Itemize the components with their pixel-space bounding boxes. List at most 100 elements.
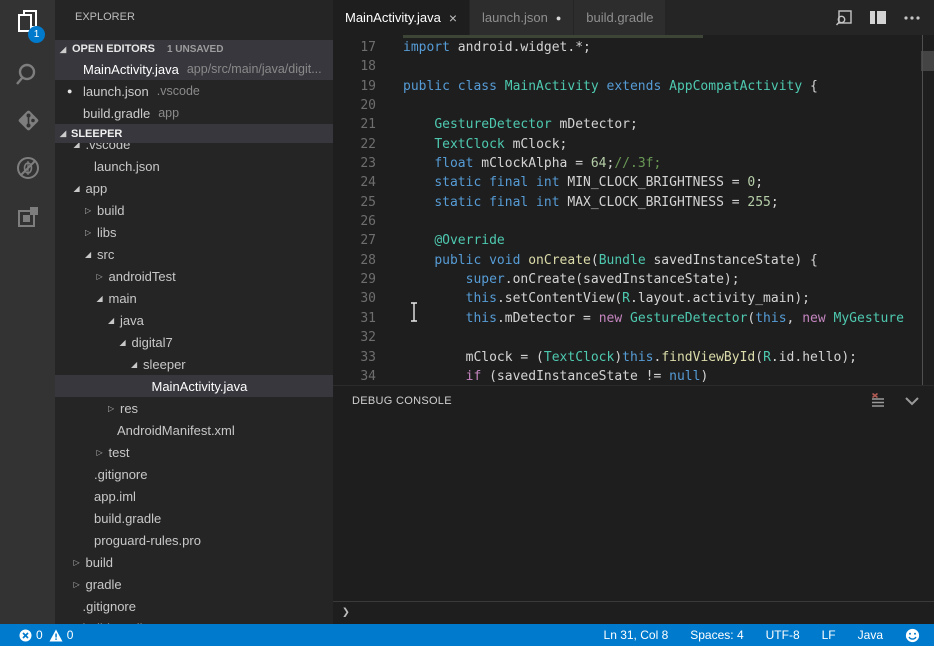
cursor-position[interactable]: Ln 31, Col 8 [604, 628, 669, 642]
tree-item-build[interactable]: ▷build [55, 199, 333, 221]
open-editor-item[interactable]: ●launch.json.vscode [55, 80, 333, 102]
tab-build-gradle[interactable]: build.gradle [574, 0, 666, 35]
tab-close-icon[interactable]: × [449, 10, 457, 26]
split-editor-icon[interactable] [868, 8, 888, 28]
code-line-34[interactable]: 34 if (savedInstanceState != null) [333, 367, 934, 386]
editor-vertical-scrollbar[interactable] [921, 51, 934, 71]
code-line-22[interactable]: 22 TextClock mClock; [333, 135, 934, 154]
twisty-expanded-icon: ◢ [74, 184, 86, 193]
code-line-33[interactable]: 33 mClock = (TextClock)this.findViewById… [333, 348, 934, 367]
tree-item-gradle[interactable]: ▷gradle [55, 573, 333, 595]
tree-item-proguard-rules-pro[interactable]: proguard-rules.pro [55, 529, 333, 551]
open-editor-item[interactable]: MainActivity.javaapp/src/main/java/digit… [55, 58, 333, 80]
clear-console-icon[interactable] [868, 391, 888, 411]
tab-dirty-dot-icon[interactable]: ● [556, 13, 561, 23]
tree-item-libs[interactable]: ▷libs [55, 221, 333, 243]
tab-mainactivity-java[interactable]: MainActivity.java × [333, 0, 470, 35]
code-line-18[interactable]: 18 [333, 57, 934, 76]
tree-item--gitignore[interactable]: .gitignore [55, 595, 333, 617]
feedback-smiley-icon[interactable] [905, 628, 920, 643]
debug-repl-input[interactable]: ❯ [333, 601, 934, 623]
chevron-expanded-icon: ◢ [60, 129, 71, 138]
line-number: 18 [333, 57, 376, 76]
encoding[interactable]: UTF-8 [766, 628, 800, 642]
code-line-25[interactable]: 25 static final int MAX_CLOCK_BRIGHTNESS… [333, 193, 934, 212]
debug-disabled-icon[interactable] [0, 147, 55, 189]
code-editor[interactable]: 17import android.widget.*;1819public cla… [333, 35, 934, 420]
tree-item-sleeper[interactable]: ◢sleeper [55, 353, 333, 375]
open-editor-name: launch.json [83, 84, 149, 99]
tree-item-mainactivity-java[interactable]: MainActivity.java [55, 375, 333, 397]
tree-item-src[interactable]: ◢src [55, 243, 333, 265]
line-number: 17 [333, 38, 376, 57]
code-line-19[interactable]: 19public class MainActivity extends AppC… [333, 77, 934, 96]
tree-item-main[interactable]: ◢main [55, 287, 333, 309]
code-line-29[interactable]: 29 super.onCreate(savedInstanceState); [333, 270, 934, 289]
error-count: 0 [36, 628, 43, 642]
source-control-icon[interactable] [0, 99, 55, 141]
line-number: 32 [333, 328, 376, 347]
tree-item-test[interactable]: ▷test [55, 441, 333, 463]
code-line-31[interactable]: 31 this.mDetector = new GestureDetector(… [333, 309, 934, 328]
tree-item--vscode[interactable]: ◢.vscode [55, 143, 333, 155]
open-editor-name: build.gradle [83, 106, 150, 121]
tree-item-androidtest[interactable]: ▷androidTest [55, 265, 333, 287]
explorer-files-icon[interactable]: 1 [0, 2, 55, 44]
editor-actions [834, 0, 934, 35]
close-panel-chevron-icon[interactable] [902, 391, 922, 411]
tree-item-build[interactable]: ▷build [55, 551, 333, 573]
dirty-dot-icon: ● [67, 86, 83, 96]
warning-count: 0 [67, 628, 74, 642]
code-line-30[interactable]: 30 this.setContentView(R.layout.activity… [333, 289, 934, 308]
tree-item-label: proguard-rules.pro [94, 533, 201, 548]
panel-title: DEBUG CONSOLE [352, 395, 452, 407]
tree-item--gitignore[interactable]: .gitignore [55, 463, 333, 485]
tree-item-java[interactable]: ◢java [55, 309, 333, 331]
tab-bar: MainActivity.java × launch.json●build.grad… [333, 0, 934, 35]
line-number: 24 [333, 173, 376, 192]
tree-item-label: main [109, 291, 137, 306]
tabs: MainActivity.java × launch.json●build.grad… [333, 0, 666, 35]
tree-item-launch-json[interactable]: launch.json [55, 155, 333, 177]
code-line-23[interactable]: 23 float mClockAlpha = 64;//.3f; [333, 154, 934, 173]
tree-item-build-gradle[interactable]: build.gradle [55, 617, 333, 624]
code-line-17[interactable]: 17import android.widget.*; [333, 38, 934, 57]
status-bar: 0 0 Ln 31, Col 8 Spaces: 4 UTF-8 LF Java [0, 624, 934, 646]
code-line-28[interactable]: 28 public void onCreate(Bundle savedInst… [333, 251, 934, 270]
search-icon[interactable] [0, 54, 55, 96]
twisty-expanded-icon: ◢ [108, 316, 120, 325]
code-line-21[interactable]: 21 GestureDetector mDetector; [333, 115, 934, 134]
more-actions-icon[interactable] [902, 8, 922, 28]
folder-section-header[interactable]: ◢ SLEEPER [55, 124, 333, 143]
code-line-32[interactable]: 32 [333, 328, 934, 347]
tree-item-digital7[interactable]: ◢digital7 [55, 331, 333, 353]
code-line-24[interactable]: 24 static final int MIN_CLOCK_BRIGHTNESS… [333, 173, 934, 192]
tree-item-app-iml[interactable]: app.iml [55, 485, 333, 507]
tree-item-label: .gitignore [83, 599, 136, 614]
tree-item-res[interactable]: ▷res [55, 397, 333, 419]
open-editor-item[interactable]: build.gradleapp [55, 102, 333, 124]
tab-label: MainActivity.java [345, 10, 441, 25]
panel-header: DEBUG CONSOLE [333, 386, 934, 416]
tree-item-label: build [86, 555, 113, 570]
eol-sequence[interactable]: LF [822, 628, 836, 642]
indentation[interactable]: Spaces: 4 [690, 628, 743, 642]
status-right: Ln 31, Col 8 Spaces: 4 UTF-8 LF Java [604, 628, 920, 643]
open-editors-header[interactable]: ◢ OPEN EDITORS 1 UNSAVED [55, 40, 333, 58]
code-line-26[interactable]: 26 [333, 212, 934, 231]
tree-item-app[interactable]: ◢app [55, 177, 333, 199]
code-line-20[interactable]: 20 [333, 96, 934, 115]
extensions-icon[interactable] [0, 196, 55, 238]
preview-search-icon[interactable] [834, 8, 854, 28]
tree-item-build-gradle[interactable]: build.gradle [55, 507, 333, 529]
line-number: 21 [333, 115, 376, 134]
tree-item-label: libs [97, 225, 117, 240]
language-mode[interactable]: Java [858, 628, 883, 642]
file-tree: ◢.vscodelaunch.json◢app▷build▷libs◢src▷a… [55, 143, 333, 624]
twisty-expanded-icon: ◢ [97, 294, 109, 303]
tree-item-androidmanifest-xml[interactable]: AndroidManifest.xml [55, 419, 333, 441]
tab-launch-json[interactable]: launch.json● [470, 0, 574, 35]
code-line-27[interactable]: 27 @Override [333, 231, 934, 250]
problems-status[interactable]: 0 0 [19, 628, 73, 642]
line-number: 20 [333, 96, 376, 115]
